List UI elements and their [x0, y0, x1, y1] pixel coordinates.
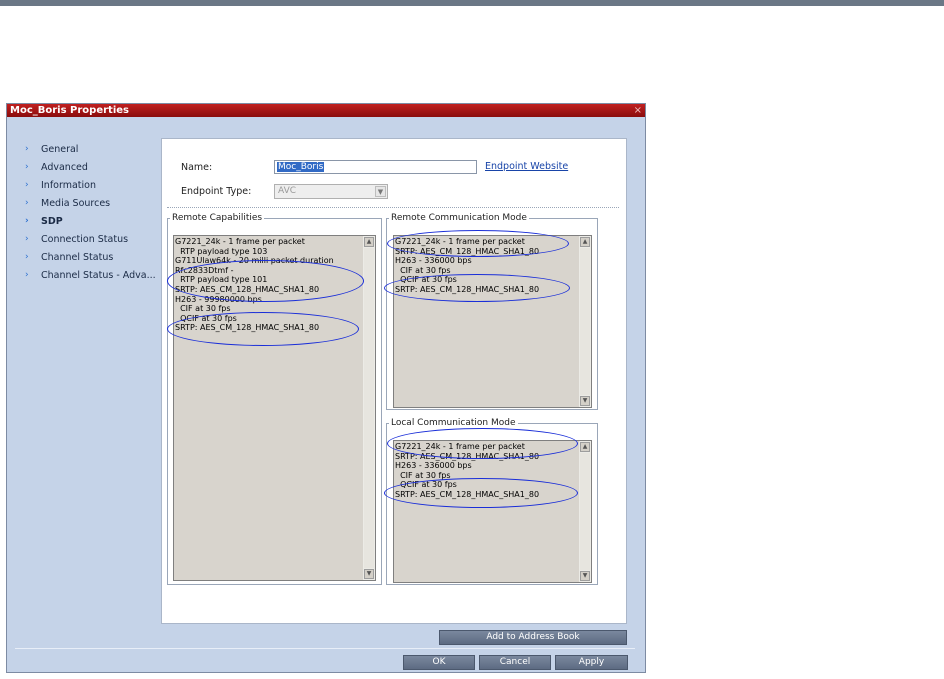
local-communication-mode-group: Local Communication Mode G7221_24k - 1 f…	[386, 418, 598, 585]
endpoint-type-select[interactable]: AVC ▼	[274, 184, 388, 199]
list-item: QCIF at 30 fps	[175, 313, 237, 323]
scroll-up-icon[interactable]: ▲	[580, 237, 590, 247]
list-item: G7221_24k - 1 frame per packet	[395, 237, 525, 246]
list-item: SRTP: AES_CM_128_HMAC_SHA1_80	[175, 284, 320, 294]
title-bar: Moc_Boris Properties ×	[7, 104, 645, 117]
list-item: H263 - 99980000 bps	[175, 294, 262, 304]
sidebar-item-connection-status[interactable]: › Connection Status	[25, 230, 165, 248]
cancel-button[interactable]: Cancel	[479, 655, 551, 670]
chevron-right-icon: ›	[25, 180, 29, 190]
remote-communication-mode-lines: G7221_24k - 1 frame per packet SRTP: AES_…	[395, 237, 578, 295]
scroll-track[interactable]	[364, 248, 374, 568]
chevron-right-icon: ›	[25, 270, 29, 280]
chevron-right-icon: ›	[25, 198, 29, 208]
sidebar-item-label: General	[41, 143, 79, 155]
endpoint-website-link[interactable]: Endpoint Website	[485, 161, 568, 172]
list-item: CIF at 30 fps	[175, 304, 231, 314]
chevron-down-icon[interactable]: ▼	[375, 186, 386, 197]
sidebar-item-label: Channel Status - Adva...	[41, 269, 156, 281]
add-to-address-book-button[interactable]: Add to Address Book	[439, 630, 627, 645]
remote-communication-mode-group: Remote Communication Mode G7221_24k - 1 …	[386, 213, 598, 410]
list-item: CIF at 30 fps	[395, 265, 451, 275]
list-item: G711Ulaw64k - 20 milli packet duration	[175, 256, 334, 266]
list-item: H263 - 336000 bps	[395, 461, 472, 471]
remote-communication-mode-list[interactable]: G7221_24k - 1 frame per packet SRTP: AES_…	[393, 235, 592, 408]
name-input[interactable]: Moc_Boris	[274, 160, 477, 174]
name-label: Name:	[181, 162, 213, 173]
sidebar-item-label: Media Sources	[41, 197, 111, 209]
scroll-down-icon[interactable]: ▼	[364, 569, 374, 579]
scrollbar[interactable]: ▲ ▼	[363, 236, 375, 580]
scroll-track[interactable]	[580, 453, 590, 570]
sidebar-item-information[interactable]: › Information	[25, 176, 165, 194]
list-item: QCIF at 30 fps	[395, 275, 457, 285]
remote-capabilities-list[interactable]: G7221_24k - 1 frame per packet RTP paylo…	[173, 235, 376, 581]
list-item: G7221_24k - 1 frame per packet	[395, 442, 525, 451]
sidebar-item-channel-status-adva[interactable]: › Channel Status - Adva...	[25, 266, 165, 284]
sidebar-item-label: Channel Status	[41, 251, 114, 263]
scroll-down-icon[interactable]: ▼	[580, 571, 590, 581]
sidebar-nav: › General › Advanced › Information › Media Sour…	[25, 140, 165, 284]
scroll-up-icon[interactable]: ▲	[364, 237, 374, 247]
name-value: Moc_Boris	[277, 162, 325, 172]
list-item: RTP payload type 103	[175, 246, 268, 256]
list-item: CIF at 30 fps	[395, 470, 451, 480]
list-item: SRTP: AES_CM_128_HMAC_SHA1_80	[175, 323, 320, 333]
chevron-right-icon: ›	[25, 144, 29, 154]
scroll-down-icon[interactable]: ▼	[580, 396, 590, 406]
endpoint-type-value: AVC	[278, 186, 297, 196]
sidebar-item-label: Information	[41, 179, 96, 191]
sidebar-item-label: Advanced	[41, 161, 88, 173]
list-item: RTP payload type 101	[175, 275, 268, 285]
scroll-track[interactable]	[580, 248, 590, 395]
ok-button[interactable]: OK	[403, 655, 475, 670]
list-item: SRTP: AES_CM_128_HMAC_SHA1_80	[395, 284, 540, 294]
list-item: QCIF at 30 fps	[395, 480, 457, 490]
local-communication-mode-list[interactable]: G7221_24k - 1 frame per packet SRTP: AES_…	[393, 440, 592, 583]
scroll-up-icon[interactable]: ▲	[580, 442, 590, 452]
close-icon[interactable]: ×	[634, 104, 642, 117]
scrollbar[interactable]: ▲ ▼	[579, 441, 591, 582]
sidebar-item-general[interactable]: › General	[25, 140, 165, 158]
list-item: SRTP: AES_CM_128_HMAC_SHA1_80	[395, 246, 540, 256]
endpoint-type-label: Endpoint Type:	[181, 186, 252, 197]
list-item: SRTP: AES_CM_128_HMAC_SHA1_80	[395, 489, 540, 499]
remote-capabilities-group: Remote Capabilities G7221_24k - 1 frame …	[167, 213, 382, 585]
remote-capabilities-lines: G7221_24k - 1 frame per packet RTP paylo…	[175, 237, 362, 333]
list-item: G7221_24k - 1 frame per packet	[175, 237, 305, 246]
sidebar-item-label: SDP	[41, 215, 63, 227]
local-communication-mode-lines: G7221_24k - 1 frame per packet SRTP: AES_…	[395, 442, 578, 500]
chevron-right-icon: ›	[25, 162, 29, 172]
list-item: SRTP: AES_CM_128_HMAC_SHA1_80	[395, 451, 540, 461]
local-communication-mode-title: Local Communication Mode	[391, 418, 516, 428]
sidebar-item-media-sources[interactable]: › Media Sources	[25, 194, 165, 212]
sidebar-item-label: Connection Status	[41, 233, 129, 245]
chevron-right-icon: ›	[25, 234, 29, 244]
window-title: Moc_Boris Properties	[10, 105, 129, 116]
sidebar-item-sdp[interactable]: › SDP	[25, 212, 165, 230]
scrollbar[interactable]: ▲ ▼	[579, 236, 591, 407]
remote-communication-mode-title: Remote Communication Mode	[391, 213, 527, 223]
sdp-panel: Name: Moc_Boris Endpoint Website Endpoin…	[161, 138, 627, 624]
sidebar-item-advanced[interactable]: › Advanced	[25, 158, 165, 176]
divider	[167, 207, 619, 208]
list-item: Rfc2833Dtmf -	[175, 265, 234, 275]
chevron-right-icon: ›	[25, 252, 29, 262]
footer-divider	[15, 648, 635, 649]
remote-capabilities-title: Remote Capabilities	[172, 213, 263, 223]
apply-button[interactable]: Apply	[555, 655, 628, 670]
sidebar-item-channel-status[interactable]: › Channel Status	[25, 248, 165, 266]
properties-dialog: Moc_Boris Properties × › General › Advanced…	[6, 103, 646, 673]
chevron-right-icon: ›	[25, 216, 29, 226]
top-bar	[0, 0, 944, 6]
list-item: H263 - 336000 bps	[395, 256, 472, 266]
